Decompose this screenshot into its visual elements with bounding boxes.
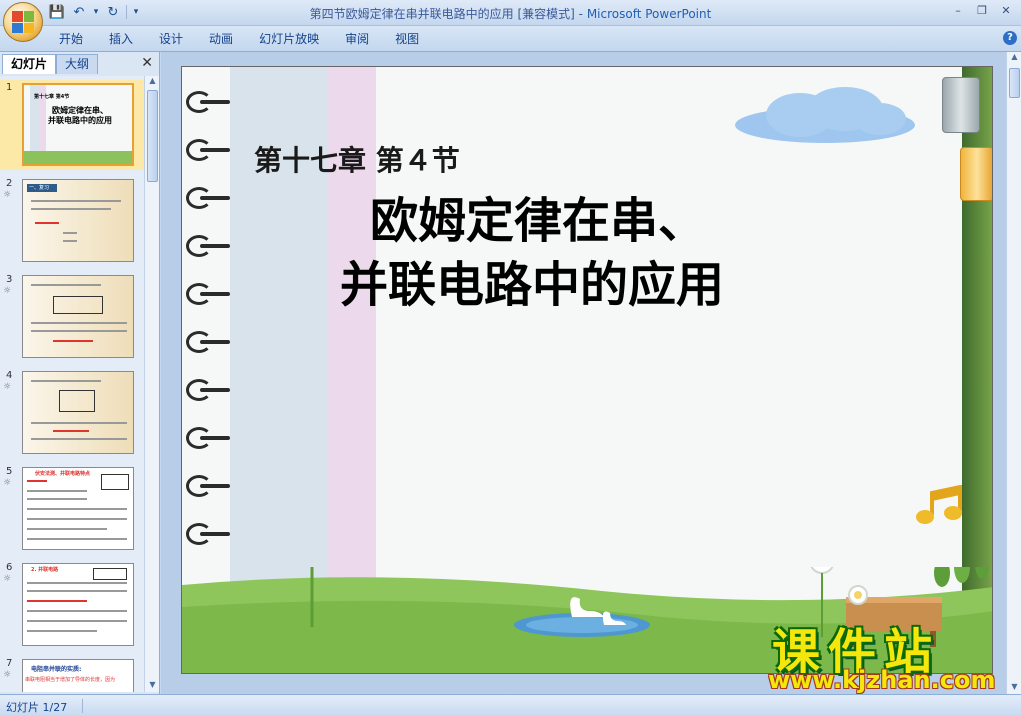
animation-icon: ☼ xyxy=(3,286,12,296)
slide-title-line1: 欧姆定律在串、 xyxy=(370,193,707,249)
scroll-down-icon[interactable]: ▼ xyxy=(147,680,158,692)
thumb-text: 串联电阻相当于增加了导体的长度，因为 xyxy=(25,677,116,683)
slide-thumbnail-6[interactable]: 6 ☼ 2. 并联电路 xyxy=(0,560,144,650)
slide-thumbnail-3[interactable]: 3 ☼ xyxy=(0,272,144,362)
panel-close-icon[interactable]: ✕ xyxy=(141,55,153,71)
minimize-button[interactable]: – xyxy=(947,2,969,18)
thumbnail-scrollbar[interactable]: ▲ ▼ xyxy=(144,76,159,692)
cloud-icon xyxy=(735,87,915,143)
scroll-thumb[interactable] xyxy=(1009,68,1020,98)
thumb-title-line2: 并联电路中的应用 xyxy=(48,116,112,125)
slides-panel: 幻灯片 大纲 ✕ 1 第十七章 第4节 欧姆定律在串、 并联电路中的应用 2 ☼… xyxy=(0,52,160,694)
slide-thumbnail-4[interactable]: 4 ☼ xyxy=(0,368,144,458)
application-name: Microsoft PowerPoint xyxy=(586,7,712,21)
office-logo-icon xyxy=(12,11,34,33)
music-note-icon xyxy=(916,485,962,524)
title-bar: 💾 ↶ ▾ ↻ ▾ 第四节欧姆定律在串并联电路中的应用 [兼容模式] - Mic… xyxy=(0,0,1021,42)
slide-thumbnail-5[interactable]: 5 ☼ 伏安法测、并联电路特点 xyxy=(0,464,144,554)
gray-tab xyxy=(942,77,980,133)
tab-slide-show[interactable]: 幻灯片放映 xyxy=(246,31,332,47)
window-title: 第四节欧姆定律在串并联电路中的应用 [兼容模式] - Microsoft Pow… xyxy=(0,5,1021,22)
slide-preview: 一、复习 xyxy=(22,179,134,262)
slide-number: 3 xyxy=(6,274,13,285)
thumb-heading: 电阻串并联的实质: xyxy=(31,666,82,673)
tab-home[interactable]: 开始 xyxy=(46,31,96,47)
status-bar: 幻灯片 1/27 xyxy=(0,694,1021,716)
tab-outline[interactable]: 大纲 xyxy=(56,54,99,74)
animation-icon: ☼ xyxy=(3,574,12,584)
slide-number: 6 xyxy=(6,562,13,573)
tab-animations[interactable]: 动画 xyxy=(196,31,246,47)
slide-preview: 第十七章 第4节 欧姆定律在串、 并联电路中的应用 xyxy=(22,83,134,166)
thumb-chapter: 第十七章 第4节 xyxy=(34,94,70,100)
tab-design[interactable]: 设计 xyxy=(146,31,196,47)
slide-counter: 幻灯片 1/27 xyxy=(6,701,68,714)
animation-icon: ☼ xyxy=(3,478,12,488)
help-icon[interactable]: ? xyxy=(1003,31,1017,45)
animation-icon: ☼ xyxy=(3,382,12,392)
tab-slides[interactable]: 幻灯片 xyxy=(2,54,57,74)
chapter-heading[interactable]: 第十七章 第４节 xyxy=(254,139,460,179)
slide-preview xyxy=(22,275,134,358)
slide-number: 5 xyxy=(6,466,13,477)
slide-thumbnail-2[interactable]: 2 ☼ 一、复习 xyxy=(0,176,144,266)
tab-view[interactable]: 视图 xyxy=(382,31,432,47)
animation-icon: ☼ xyxy=(3,670,12,680)
slide-editor: 第十七章 第４节 欧姆定律在串、 并联电路中的应用 xyxy=(161,52,1006,694)
ribbon: 开始 插入 设计 动画 幻灯片放映 审阅 视图 ? xyxy=(0,26,1021,52)
tab-insert[interactable]: 插入 xyxy=(96,31,146,47)
current-slide[interactable]: 第十七章 第４节 欧姆定律在串、 并联电路中的应用 xyxy=(181,66,993,674)
panel-tabs: 幻灯片 大纲 xyxy=(2,54,99,74)
animation-icon: ☼ xyxy=(3,190,12,200)
slide-number: 1 xyxy=(6,82,13,93)
thumb-heading: 2. 并联电路 xyxy=(31,567,59,573)
close-button[interactable]: ✕ xyxy=(995,2,1017,18)
watermark-logo: 课件站 www.kjzhan.com xyxy=(768,612,1008,694)
office-button[interactable] xyxy=(3,2,43,42)
slide-preview: 伏安法测、并联电路特点 xyxy=(22,467,134,550)
slide-number: 2 xyxy=(6,178,13,189)
ribbon-tabs: 开始 插入 设计 动画 幻灯片放映 审阅 视图 xyxy=(46,31,432,47)
thumb-heading: 一、复习 xyxy=(27,184,57,192)
thumb-heading: 伏安法测、并联电路特点 xyxy=(35,471,91,477)
slide-scrollbar[interactable]: ▲ ▼ xyxy=(1006,52,1021,694)
tab-review[interactable]: 审阅 xyxy=(332,31,382,47)
slide-preview: 2. 并联电路 xyxy=(22,563,134,646)
slide-number: 4 xyxy=(6,370,13,381)
slide-thumbnail-list: 1 第十七章 第4节 欧姆定律在串、 并联电路中的应用 2 ☼ 一、复习 3 ☼… xyxy=(0,76,144,692)
scroll-down-icon[interactable]: ▼ xyxy=(1009,682,1020,694)
slide-title-line2: 并联电路中的应用 xyxy=(340,257,725,313)
slide-preview: 电阻串并联的实质: 串联电阻相当于增加了导体的长度，因为 xyxy=(22,659,134,692)
restore-button[interactable]: ❐ xyxy=(971,2,993,18)
watermark-url: www.kjzhan.com xyxy=(768,666,996,694)
slide-title[interactable]: 欧姆定律在串、 并联电路中的应用 xyxy=(340,189,870,317)
scroll-thumb[interactable] xyxy=(147,90,158,182)
slide-preview xyxy=(22,371,134,454)
window-controls: – ❐ ✕ xyxy=(947,2,1017,18)
scroll-up-icon[interactable]: ▲ xyxy=(1009,52,1020,64)
document-title: 第四节欧姆定律在串并联电路中的应用 [兼容模式] xyxy=(309,7,575,21)
scroll-up-icon[interactable]: ▲ xyxy=(147,76,158,88)
slide-number: 7 xyxy=(6,658,13,669)
title-separator: - xyxy=(574,7,587,21)
slide-thumbnail-1[interactable]: 1 第十七章 第4节 欧姆定律在串、 并联电路中的应用 xyxy=(0,80,144,170)
slide-thumbnail-7[interactable]: 7 ☼ 电阻串并联的实质: 串联电阻相当于增加了导体的长度，因为 xyxy=(0,656,144,692)
orange-tab xyxy=(960,147,992,201)
